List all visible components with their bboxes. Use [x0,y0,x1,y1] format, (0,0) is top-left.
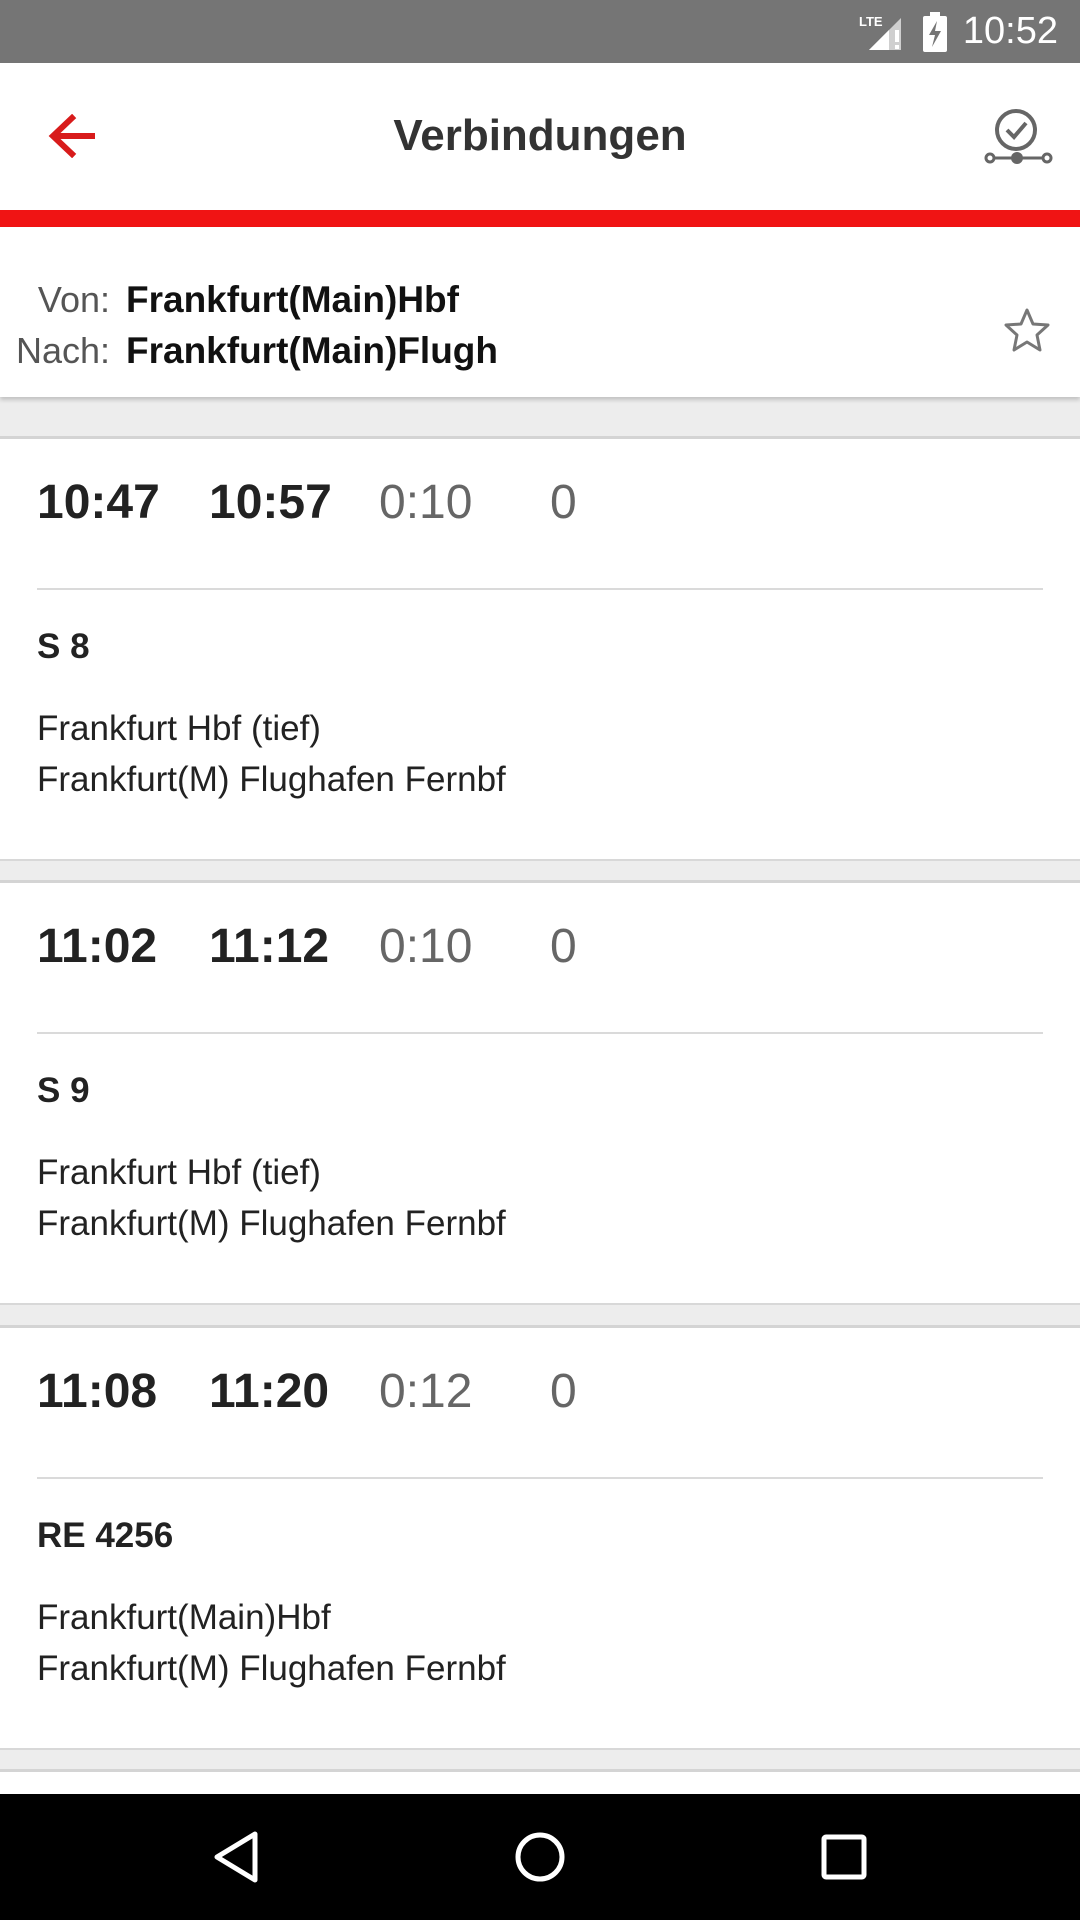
nav-recents-button[interactable] [784,1812,904,1902]
arrival-station: Frankfurt(M) Flughafen Fernbf [37,760,506,799]
departure-time: 11:08 [37,1365,158,1418]
app-bar: Verbindungen [0,63,1080,210]
departure-station: Frankfurt Hbf (tief) [37,709,321,748]
route-to-row: Nach: Frankfurt(Main)Flugh [0,326,498,376]
arrival-time: 11:12 [209,920,330,973]
route-from-row: Von: Frankfurt(Main)Hbf [0,275,459,325]
duration: 0:12 [379,1365,473,1418]
to-station: Frankfurt(Main)Flugh [126,330,499,371]
card-divider [37,1477,1043,1479]
network-type-label: LTE [859,14,883,29]
connection-card[interactable]: 11:08 11:20 0:12 0 RE 4256 Frankfurt(Mai… [0,1325,1080,1750]
save-connection-button[interactable] [976,95,1062,181]
star-outline-icon [1004,308,1050,352]
changes-count: 0 [550,920,577,973]
route-header: Von: Frankfurt(Main)Hbf Nach: Frankfurt(… [0,227,1080,397]
departure-station: Frankfurt(Main)Hbf [37,1598,331,1637]
square-recents-icon [821,1834,867,1880]
from-station: Frankfurt(Main)Hbf [126,279,459,320]
changes-count: 0 [550,1365,577,1418]
navigation-bar [0,1794,1080,1920]
lte-signal-icon: LTE [859,14,901,50]
nav-back-button[interactable] [176,1812,296,1902]
battery-charging-icon [922,11,947,52]
arrival-station: Frankfurt(M) Flughafen Fernbf [37,1204,506,1243]
connection-times: 10:47 10:57 0:10 0 [0,463,1080,543]
page-title: Verbindungen [393,111,687,160]
departure-time: 11:02 [37,920,158,973]
clock-check-route-icon [984,109,1053,164]
connection-times: 11:08 11:20 0:12 0 [0,1352,1080,1432]
changes-count: 0 [550,476,577,529]
triangle-back-icon [214,1831,258,1883]
circle-home-icon [515,1832,565,1882]
favorite-button[interactable] [992,295,1062,365]
arrival-time: 11:20 [209,1365,330,1418]
departure-time: 10:47 [37,476,160,529]
arrival-time: 10:57 [209,476,332,529]
train-name: S 8 [37,627,90,666]
accent-bar [0,210,1080,227]
status-bar-right: LTE 10:52 [859,0,1058,63]
duration: 0:10 [379,476,473,529]
arrival-station: Frankfurt(M) Flughafen Fernbf [37,1649,506,1688]
nav-home-button[interactable] [480,1812,600,1902]
status-time: 10:52 [962,10,1058,52]
to-label: Nach: [15,330,110,371]
train-name: RE 4256 [37,1516,174,1555]
train-name: S 9 [37,1071,90,1110]
from-label: Von: [37,279,110,320]
connection-card[interactable]: 11:02 11:12 0:10 0 S 9 Frankfurt Hbf (ti… [0,880,1080,1305]
duration: 0:10 [379,920,473,973]
departure-station: Frankfurt Hbf (tief) [37,1153,321,1192]
card-divider [37,1032,1043,1034]
connection-card[interactable]: 10:47 10:57 0:10 0 S 8 Frankfurt Hbf (ti… [0,436,1080,861]
status-bar: LTE 10:52 [0,0,1080,63]
connection-times: 11:02 11:12 0:10 0 [0,907,1080,987]
card-divider [37,588,1043,590]
